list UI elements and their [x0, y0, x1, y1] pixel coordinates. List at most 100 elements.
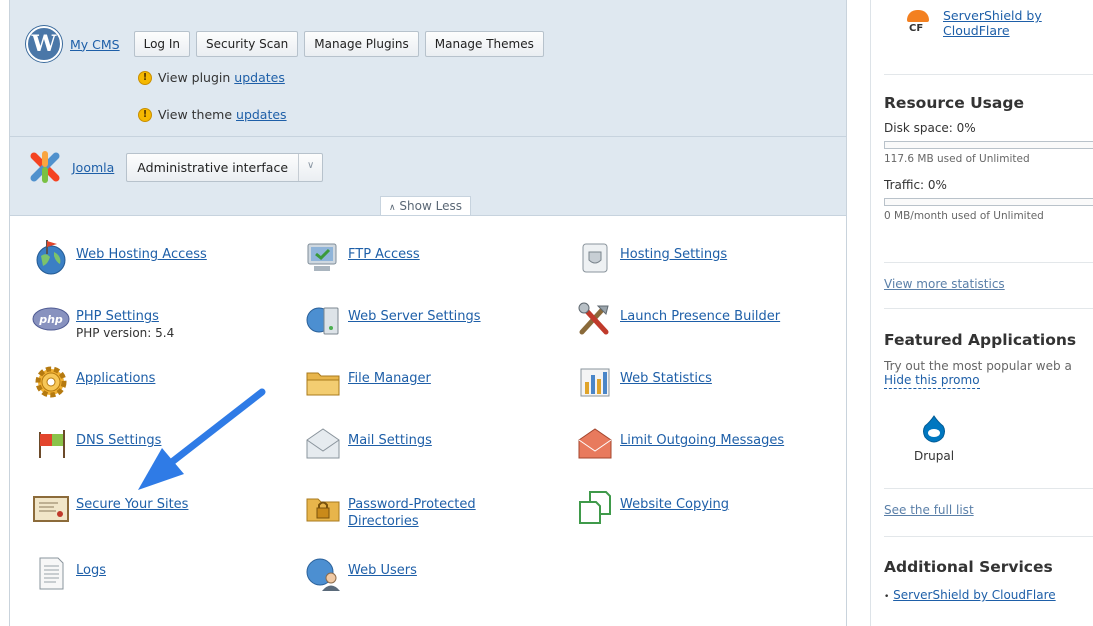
tile-web-server-settings[interactable]: Web Server Settings [304, 300, 481, 338]
web-hosting-access-link[interactable]: Web Hosting Access [76, 247, 207, 262]
tile-limit-outgoing-messages[interactable]: Limit Outgoing Messages [576, 424, 784, 462]
tile-logs[interactable]: Logs [32, 554, 106, 592]
document-icon [32, 554, 70, 592]
divider [884, 308, 1093, 309]
tile-dns-settings[interactable]: DNS Settings [32, 424, 161, 462]
featured-text: Try out the most popular web a [884, 359, 1072, 373]
drupal-label: Drupal [914, 449, 955, 463]
theme-notice-text: View theme [158, 107, 233, 122]
manage-themes-button[interactable]: Manage Themes [424, 31, 544, 57]
tile-mail-settings[interactable]: Mail Settings [304, 424, 432, 462]
joomla-logo-icon [28, 150, 62, 184]
tile-password-protected-directories[interactable]: Password-Protected Directories [304, 488, 476, 530]
tile-web-statistics[interactable]: Web Statistics [576, 362, 712, 400]
select-value: Administrative interface [127, 153, 300, 181]
warning-icon: ! [138, 107, 152, 122]
globe-flag-icon [32, 238, 70, 276]
theme-updates-link[interactable]: updates [236, 107, 287, 122]
servershield-line2: CloudFlare [943, 23, 1010, 38]
servershield-promo: CF ServerShield by CloudFlare [907, 8, 1042, 38]
show-less-label: Show Less [399, 199, 462, 213]
limit-outgoing-messages-link[interactable]: Limit Outgoing Messages [620, 433, 784, 448]
bullet-icon: • [884, 592, 890, 602]
sidebar: CF ServerShield by CloudFlare Resource U… [870, 0, 1093, 626]
tile-secure-your-sites[interactable]: Secure Your Sites [32, 488, 188, 526]
web-statistics-link[interactable]: Web Statistics [620, 371, 712, 386]
disk-usage-bar [884, 141, 1093, 149]
additional-services-title: Additional Services [884, 558, 1053, 576]
manage-plugins-button[interactable]: Manage Plugins [304, 31, 419, 57]
plugin-updates-notice: ! View plugin updates [138, 70, 285, 85]
tools-icon [576, 300, 614, 338]
joomla-link[interactable]: Joomla [72, 160, 114, 175]
tile-web-users[interactable]: Web Users [304, 554, 417, 592]
bar-chart-icon [576, 362, 614, 400]
disk-detail: 117.6 MB used of Unlimited [884, 153, 1030, 165]
php-version-text: PHP version: 5.4 [76, 326, 175, 340]
tile-applications[interactable]: Applications [32, 362, 155, 400]
tile-ftp-access[interactable]: FTP Access [304, 238, 420, 276]
dns-settings-link[interactable]: DNS Settings [76, 433, 161, 448]
servershield-service-link[interactable]: ServerShield by CloudFlare [893, 588, 1056, 602]
password-protected-line1: Password-Protected [348, 497, 476, 512]
divider [884, 488, 1093, 489]
security-scan-button[interactable]: Security Scan [196, 31, 299, 57]
locked-folder-icon [304, 488, 342, 526]
website-copying-link[interactable]: Website Copying [620, 497, 729, 512]
envelope-icon [304, 424, 342, 462]
plugin-updates-link[interactable]: updates [234, 70, 285, 85]
traffic-detail: 0 MB/month used of Unlimited [884, 210, 1044, 222]
log-in-button[interactable]: Log In [133, 31, 191, 57]
additional-services-section: Additional Services • ServerShield by Cl… [884, 558, 1056, 602]
divider [884, 262, 1093, 263]
flags-icon [32, 424, 70, 462]
main-panel: W My CMS Log In Security Scan Manage Plu… [9, 0, 847, 626]
scroll-shield-icon [576, 238, 614, 276]
my-cms-link[interactable]: My CMS [70, 37, 120, 52]
see-full-list-link[interactable]: See the full list [884, 503, 974, 517]
plugin-notice-text: View plugin [158, 70, 231, 85]
ftp-access-link[interactable]: FTP Access [348, 247, 420, 262]
web-server-settings-link[interactable]: Web Server Settings [348, 309, 481, 324]
wordpress-row: W My CMS Log In Security Scan Manage Plu… [26, 26, 544, 62]
web-users-link[interactable]: Web Users [348, 563, 417, 578]
show-less-toggle[interactable]: ∧ Show Less [380, 196, 471, 215]
tile-php-settings[interactable]: php PHP Settings PHP version: 5.4 [32, 300, 174, 342]
globe-user-icon [304, 554, 342, 592]
featured-applications-section: Featured Applications Try out the most p… [884, 331, 1093, 463]
gear-icon [32, 362, 70, 400]
disk-space-label: Disk space: 0% [884, 121, 976, 135]
view-more-statistics-link[interactable]: View more statistics [884, 277, 1005, 291]
hide-promo-link[interactable]: Hide this promo [884, 373, 980, 389]
tile-website-copying[interactable]: Website Copying [576, 488, 729, 526]
servershield-link[interactable]: ServerShield by CloudFlare [943, 8, 1042, 38]
drupal-app[interactable]: Drupal [914, 415, 954, 463]
tile-file-manager[interactable]: File Manager [304, 362, 431, 400]
file-manager-link[interactable]: File Manager [348, 371, 431, 386]
warning-icon: ! [138, 70, 152, 85]
mail-settings-link[interactable]: Mail Settings [348, 433, 432, 448]
php-icon: php [32, 300, 70, 338]
joomla-interface-select[interactable]: Administrative interface ∨ [126, 152, 324, 182]
resource-usage-section: Resource Usage Disk space: 0% 117.6 MB u… [884, 94, 1093, 222]
tile-hosting-settings[interactable]: Hosting Settings [576, 238, 727, 276]
launch-presence-builder-link[interactable]: Launch Presence Builder [620, 309, 780, 324]
servershield-line1: ServerShield by [943, 8, 1042, 23]
divider [10, 136, 846, 137]
cf-badge: CF [909, 23, 924, 34]
applications-link[interactable]: Applications [76, 371, 155, 386]
tile-web-hosting-access[interactable]: Web Hosting Access [32, 238, 207, 276]
password-protected-link[interactable]: Password-Protected Directories [348, 497, 476, 529]
folder-icon [304, 362, 342, 400]
traffic-label: Traffic: 0% [884, 178, 947, 192]
featured-applications-title: Featured Applications [884, 331, 1077, 349]
divider [884, 74, 1093, 75]
password-protected-line2: Directories [348, 514, 419, 529]
tile-launch-presence-builder[interactable]: Launch Presence Builder [576, 300, 780, 338]
theme-updates-notice: ! View theme updates [138, 107, 287, 122]
secure-your-sites-link[interactable]: Secure Your Sites [76, 497, 188, 512]
php-settings-link[interactable]: PHP Settings [76, 309, 159, 324]
logs-link[interactable]: Logs [76, 563, 106, 578]
hosting-settings-link[interactable]: Hosting Settings [620, 247, 727, 262]
envelope-limit-icon [576, 424, 614, 462]
